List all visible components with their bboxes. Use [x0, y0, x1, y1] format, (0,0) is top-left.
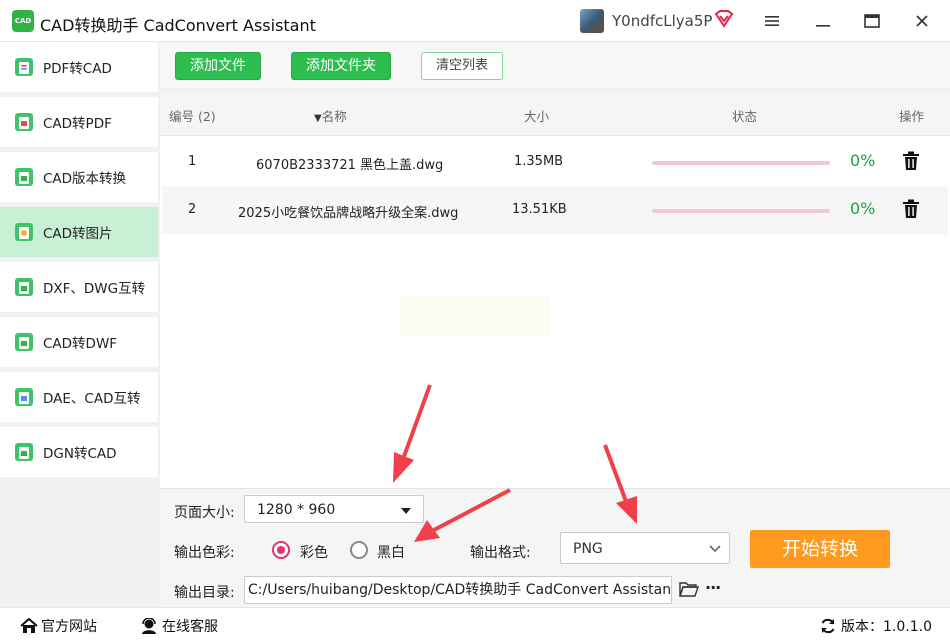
settings-panel: 页面大小: 1280 * 960 输出色彩: 彩色 黑白 输出格式: PNG 开…: [160, 488, 950, 607]
main-panel: 添加文件 添加文件夹 清空列表 编号 (2) ▼名称 大小 状态 操作 1 60…: [160, 42, 950, 607]
output-format-select[interactable]: PNG: [560, 532, 730, 564]
bw-option-label[interactable]: 黑白: [377, 542, 405, 562]
output-color-label: 输出色彩:: [174, 545, 235, 561]
cad-version-icon: [15, 168, 33, 186]
online-support-link[interactable]: 在线客服: [141, 616, 218, 636]
cad-to-dwf-icon: [15, 333, 33, 351]
avatar[interactable]: [580, 9, 604, 33]
dgn-to-cad-icon: [15, 443, 33, 461]
maximize-icon[interactable]: [860, 10, 884, 32]
app-logo: CAD: [12, 10, 34, 32]
progress-bar: [652, 161, 830, 165]
refresh-icon: [821, 618, 835, 634]
table-header: 编号 (2) ▼名称 大小 状态 操作: [160, 90, 950, 136]
row-index: 1: [188, 154, 197, 169]
sidebar-item-label: CAD转图片: [43, 226, 113, 242]
sidebar-item-pdf-to-cad[interactable]: PDF转CAD: [0, 42, 158, 92]
row-size: 13.51KB: [512, 202, 567, 217]
pdf-to-cad-icon: [15, 58, 33, 76]
minimize-icon[interactable]: [811, 10, 835, 32]
version-info[interactable]: 版本：1.0.1.0: [820, 616, 932, 636]
vip-diamond-icon[interactable]: [714, 10, 734, 28]
page-size-label: 页面大小:: [174, 505, 235, 521]
trash-icon[interactable]: [902, 151, 920, 171]
sidebar-item-cad-to-dwf[interactable]: CAD转DWF: [0, 317, 158, 367]
app-title: CAD转换助手 CadConvert Assistant: [40, 16, 316, 35]
output-format-label: 输出格式:: [470, 545, 531, 561]
support-agent-icon: [142, 618, 156, 634]
cad-to-image-icon: [15, 223, 33, 241]
dae-cad-icon: [15, 388, 33, 406]
progress-percent: 0%: [850, 151, 876, 170]
toolbar: 添加文件 添加文件夹 清空列表: [160, 42, 950, 90]
add-file-button[interactable]: 添加文件: [175, 52, 261, 80]
sidebar-item-cad-version[interactable]: CAD版本转换: [0, 152, 158, 202]
header-action: 操作: [899, 109, 925, 124]
menu-icon[interactable]: [760, 10, 784, 32]
sort-down-icon: ▼: [314, 113, 322, 124]
header-name[interactable]: ▼名称: [314, 106, 347, 125]
watermark: [400, 295, 550, 335]
color-radio[interactable]: [272, 541, 290, 559]
title-bar: CAD CAD转换助手 CadConvert Assistant Y0ndfcL…: [0, 0, 950, 42]
official-website-link[interactable]: 官方网站: [20, 616, 97, 636]
bw-radio[interactable]: [350, 541, 368, 559]
progress-bar: [652, 209, 830, 213]
sidebar-item-label: PDF转CAD: [43, 61, 112, 77]
sidebar-item-cad-to-pdf[interactable]: CAD转PDF: [0, 97, 158, 147]
sidebar-item-label: CAD转DWF: [43, 336, 118, 352]
row-size: 1.35MB: [514, 154, 564, 169]
dxf-dwg-icon: [15, 278, 33, 296]
progress-percent: 0%: [850, 199, 876, 218]
sidebar-item-label: DXF、DWG互转: [43, 281, 146, 297]
row-filename: 2025小吃餐饮品牌战略升级全案.dwg: [238, 206, 459, 221]
output-dir-input[interactable]: C:/Users/huibang/Desktop/CAD转换助手 CadConv…: [244, 576, 672, 604]
sidebar-item-label: DGN转CAD: [43, 446, 117, 462]
more-options-icon[interactable]: ···: [705, 578, 721, 597]
output-dir-label: 输出目录:: [174, 585, 235, 601]
clear-list-button[interactable]: 清空列表: [421, 52, 504, 80]
sidebar: PDF转CAD CAD转PDF CAD版本转换 CAD转图片 DXF、DWG互转…: [0, 42, 160, 607]
table-row[interactable]: 2 2025小吃餐饮品牌战略升级全案.dwg 13.51KB 0%: [162, 186, 948, 234]
sidebar-item-cad-to-image[interactable]: CAD转图片: [0, 207, 158, 257]
folder-open-icon[interactable]: [679, 581, 699, 598]
close-icon[interactable]: [910, 10, 934, 32]
row-index: 2: [188, 202, 197, 217]
trash-icon[interactable]: [902, 199, 920, 219]
sidebar-item-dgn-to-cad[interactable]: DGN转CAD: [0, 427, 158, 477]
username[interactable]: Y0ndfcLlya5P: [612, 12, 712, 30]
add-folder-button[interactable]: 添加文件夹: [291, 52, 391, 80]
sidebar-item-label: DAE、CAD互转: [43, 391, 141, 407]
file-table: 编号 (2) ▼名称 大小 状态 操作 1 6070B2333721 黑色上盖.…: [160, 90, 950, 488]
row-filename: 6070B2333721 黑色上盖.dwg: [256, 158, 444, 173]
table-row[interactable]: 1 6070B2333721 黑色上盖.dwg 1.35MB 0%: [162, 138, 948, 186]
start-convert-button[interactable]: 开始转换: [750, 530, 890, 568]
status-bar: 官方网站 在线客服 版本：1.0.1.0: [0, 607, 950, 640]
page-size-select[interactable]: 1280 * 960: [244, 495, 424, 523]
cad-to-pdf-icon: [15, 113, 33, 131]
header-index[interactable]: 编号 (2): [169, 106, 216, 125]
dropdown-caret-icon: [401, 508, 411, 514]
sidebar-item-label: CAD转PDF: [43, 116, 112, 132]
header-size[interactable]: 大小: [524, 106, 549, 125]
sidebar-item-dxf-dwg[interactable]: DXF、DWG互转: [0, 262, 158, 312]
sidebar-item-label: CAD版本转换: [43, 171, 127, 187]
header-status: 状态: [732, 109, 758, 124]
sidebar-item-dae-cad[interactable]: DAE、CAD互转: [0, 372, 158, 422]
chevron-down-icon: [709, 545, 721, 553]
color-option-label[interactable]: 彩色: [300, 542, 328, 562]
home-icon: [20, 618, 38, 633]
